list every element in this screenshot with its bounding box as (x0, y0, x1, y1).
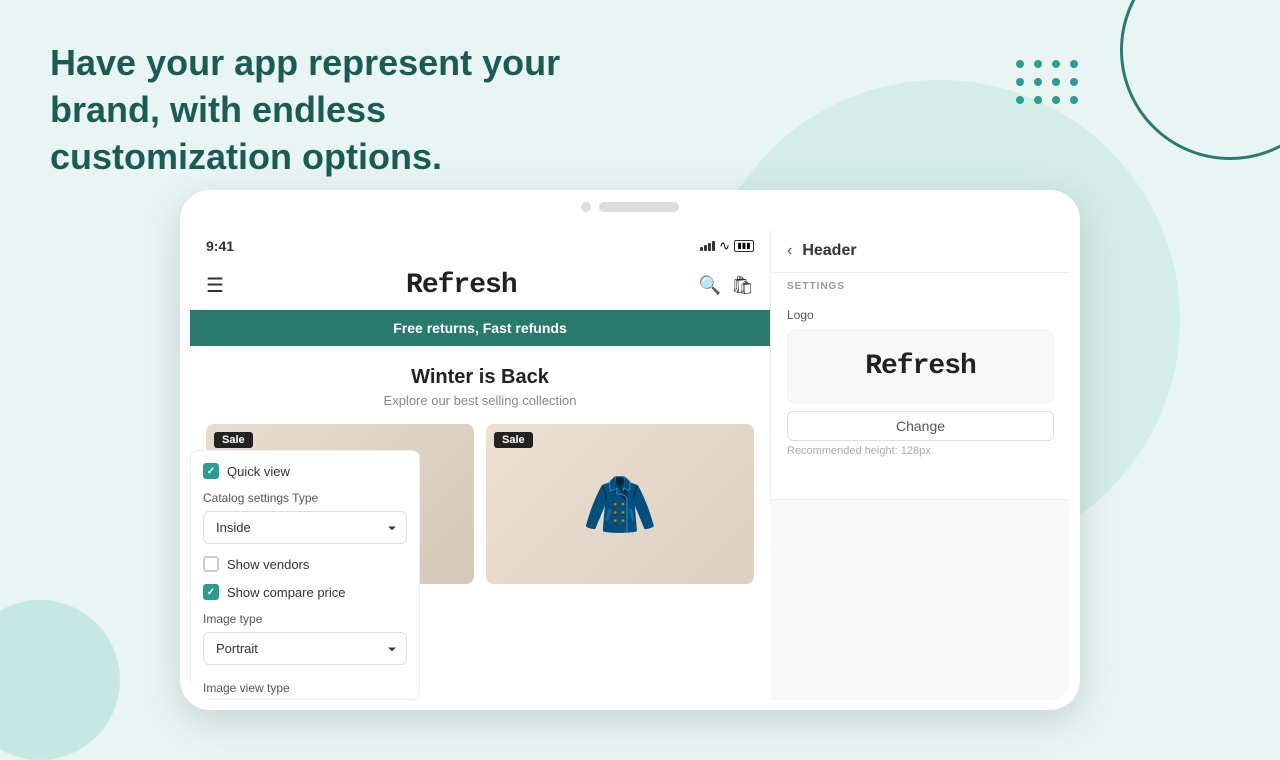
catalog-type-label: Catalog settings Type (203, 491, 407, 505)
logo-preview-text: Refresh (865, 351, 976, 382)
tablet-inner: 9:41 ∿ ▮▮▮ ☰ Refresh 🔍 (190, 230, 1070, 700)
recommended-text: Recommended height: 128px (787, 445, 1054, 457)
headline: Have your app represent your brand, with… (50, 40, 670, 180)
logo-section: Logo Refresh Change Recommended height: … (771, 300, 1070, 465)
show-compare-price-label: Show compare price (227, 585, 346, 600)
header-icons: 🔍 🛍 (699, 275, 754, 296)
status-icons: ∿ ▮▮▮ (700, 238, 754, 254)
sweater-image-2: 🧥 (486, 424, 754, 584)
dots-grid (1016, 60, 1080, 106)
quick-view-row: Quick view (203, 463, 407, 479)
logo-preview: Refresh (787, 330, 1054, 403)
app-banner: Free returns, Fast refunds (190, 310, 770, 346)
hamburger-icon[interactable]: ☰ (206, 273, 224, 298)
header-panel: ‹ Header SETTINGS Logo Refresh Change Re… (770, 230, 1070, 500)
signal-bar-3 (708, 243, 711, 251)
tablet-pill (599, 202, 679, 212)
tablet-frame: 9:41 ∿ ▮▮▮ ☰ Refresh 🔍 (180, 190, 1080, 710)
signal-bar-1 (700, 247, 703, 251)
tablet-camera (581, 202, 591, 212)
app-header: ☰ Refresh 🔍 🛍 (190, 262, 770, 310)
change-logo-button[interactable]: Change (787, 411, 1054, 441)
app-section-title: Winter is Back (206, 366, 754, 389)
cart-icon[interactable]: 🛍 (731, 275, 754, 296)
sale-badge-2: Sale (494, 432, 533, 448)
banner-text: Free returns, Fast refunds (393, 320, 567, 336)
image-view-type-label: Image view type (203, 681, 407, 695)
logo-label: Logo (787, 308, 1054, 322)
image-type-section: Image type Portrait Square Landscape (203, 612, 407, 677)
sale-badge-1: Sale (214, 432, 253, 448)
header-panel-title: Header (802, 242, 856, 260)
bg-circle-top-right (1120, 0, 1280, 160)
show-compare-price-row: Show compare price (203, 584, 407, 600)
back-arrow-icon[interactable]: ‹ (787, 242, 792, 260)
app-logo-text: Refresh (406, 270, 517, 301)
tablet-top-bar (581, 202, 679, 212)
product-card-2: Sale 🧥 (486, 424, 754, 584)
quick-view-checkbox[interactable] (203, 463, 219, 479)
signal-bars (700, 241, 715, 251)
phone-status-bar: 9:41 ∿ ▮▮▮ (190, 230, 770, 262)
show-vendors-checkbox[interactable] (203, 556, 219, 572)
quick-view-label: Quick view (227, 464, 290, 479)
bg-circle-bottom-left (0, 600, 120, 760)
signal-bar-2 (704, 245, 707, 251)
app-section-subtitle: Explore our best selling collection (206, 393, 754, 408)
status-time: 9:41 (206, 238, 234, 254)
show-compare-price-checkbox[interactable] (203, 584, 219, 600)
catalog-type-section: Catalog settings Type Inside Outside Ove… (203, 491, 407, 556)
header-panel-top: ‹ Header (771, 230, 1070, 273)
signal-bar-4 (712, 241, 715, 251)
wifi-icon: ∿ (719, 238, 730, 254)
image-view-type-section: Image view type (203, 681, 407, 695)
catalog-type-select[interactable]: Inside Outside Overlay (203, 511, 407, 544)
show-vendors-row: Show vendors (203, 556, 407, 572)
search-icon[interactable]: 🔍 (699, 275, 721, 296)
headline-line2: customization options. (50, 136, 442, 177)
left-settings-panel: Quick view Catalog settings Type Inside … (190, 450, 420, 700)
settings-label: SETTINGS (771, 273, 1070, 300)
image-type-label: Image type (203, 612, 407, 626)
battery-icon: ▮▮▮ (734, 240, 754, 252)
image-type-select[interactable]: Portrait Square Landscape (203, 632, 407, 665)
show-vendors-label: Show vendors (227, 557, 309, 572)
headline-line1: Have your app represent your brand, with… (50, 42, 560, 130)
